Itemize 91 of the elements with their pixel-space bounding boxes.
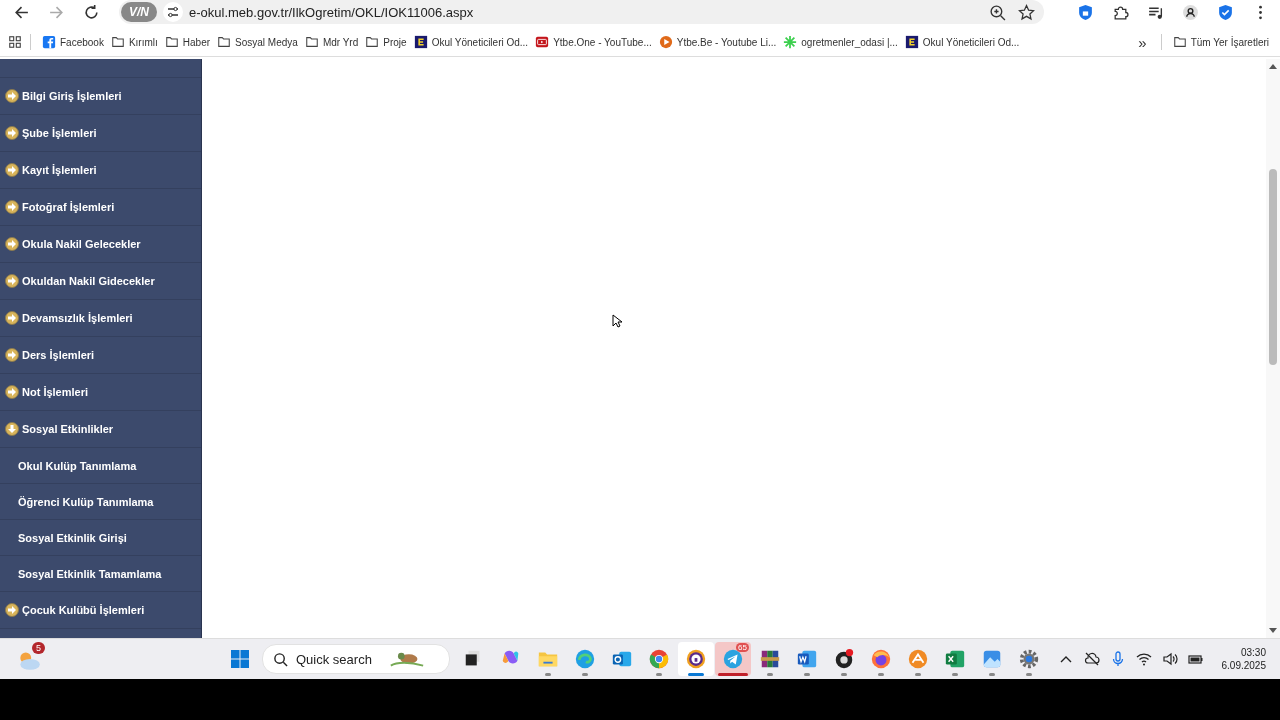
shield-lock-icon[interactable] [1077, 3, 1094, 21]
scroll-down-icon[interactable] [1268, 627, 1278, 635]
browser-circle-icon [648, 648, 670, 670]
letter-e-icon [413, 35, 428, 49]
site-settings-icon[interactable] [163, 2, 183, 22]
folder-icon [304, 35, 319, 49]
bookmark-link[interactable]: Proje [362, 35, 410, 49]
folder-icon [110, 35, 125, 49]
right-arrow-icon [5, 163, 19, 177]
letter-e-icon [904, 35, 919, 49]
volume-icon[interactable] [1161, 651, 1178, 667]
video-icon [535, 35, 550, 49]
fox-globe-icon [870, 648, 892, 670]
apps-grid-icon[interactable] [8, 35, 22, 49]
folder-icon [164, 35, 179, 49]
book-stack-icon [759, 648, 781, 670]
right-arrow-icon [5, 311, 19, 325]
address-bar[interactable]: V/N e-okul.meb.gov.tr/IlkOgretim/OKL/IOK11006.aspx [119, 0, 1044, 24]
scrollbar[interactable] [1266, 59, 1280, 638]
bookmark-link[interactable]: Sosyal Medya [214, 35, 301, 49]
taskbar-button[interactable] [678, 642, 714, 676]
search-input[interactable]: Quick search [294, 650, 388, 668]
sidebar-menu-item[interactable]: Bilgi Giriş İşlemleri [0, 78, 201, 115]
globe-wave-icon [574, 648, 596, 670]
right-arrow-icon [5, 603, 19, 617]
profile-icon[interactable] [1182, 3, 1199, 21]
right-arrow-icon [5, 89, 19, 103]
scrollbar-thumb[interactable] [1269, 169, 1277, 365]
sidebar-menu-item[interactable]: Sosyal Etkinlikler [0, 411, 201, 448]
bookmark-link[interactable]: Okul Yöneticileri Od... [410, 35, 532, 49]
lock-circle-icon [685, 648, 707, 670]
sidebar-submenu-item[interactable]: Öğrenci Kulüp Tanımlama [0, 484, 201, 520]
sidebar-menu-item[interactable]: Şube İşlemleri [0, 115, 201, 152]
facebook-icon [42, 35, 56, 49]
right-arrow-icon [5, 348, 19, 362]
notification-badge: 5 [32, 642, 45, 654]
search-icon [273, 651, 288, 667]
mouse-cursor-icon [612, 314, 622, 328]
folder-icon [217, 35, 232, 49]
shield-check-icon[interactable] [1217, 3, 1234, 21]
bookmark-link[interactable]: Kırımlı [107, 35, 161, 49]
bookmark-link[interactable]: Haber [161, 35, 214, 49]
bookmark-link[interactable]: ogretmenler_odasi |... [780, 35, 901, 49]
sidebar-menu-item[interactable]: Kayıt İşlemleri [0, 152, 201, 189]
sidebar-menu-item[interactable]: Okuldan Nakil Gidecekler [0, 263, 201, 300]
sidebar-submenu-item[interactable]: Okul Kulüp Tanımlama [0, 448, 201, 484]
wifi-icon[interactable] [1135, 651, 1152, 667]
bookmark-link[interactable]: Ytbe.Be - Youtube Li... [655, 35, 780, 49]
start-icon[interactable] [230, 649, 250, 669]
reload-icon[interactable] [83, 3, 100, 21]
sidebar-menu-item[interactable]: Devamsızlık İşlemleri [0, 300, 201, 337]
sidebar-menu-item[interactable]: Okula Nakil Gelecekler [0, 226, 201, 263]
cloud-offline-icon[interactable] [1083, 651, 1100, 667]
gear-icon [1018, 648, 1040, 670]
folder-icon [1172, 35, 1187, 49]
all-bookmarks-link[interactable]: Tüm Yer İşaretleri [1169, 35, 1272, 49]
url-text: e-okul.meb.gov.tr/IlkOgretim/OKL/IOK11006.aspx [189, 4, 475, 20]
sidebar-submenu-item[interactable]: Sosyal Etkinlik Girişi [0, 520, 201, 556]
clock[interactable]: 03:30 6.09.2025 [1221, 646, 1266, 672]
right-arrow-icon [5, 237, 19, 251]
scroll-up-icon[interactable] [1268, 62, 1278, 70]
right-arrow-icon [5, 385, 19, 399]
zoom-icon[interactable] [989, 3, 1006, 21]
sidebar-menu-item[interactable]: Fotoğraf İşlemleri [0, 189, 201, 226]
vpn-badge[interactable]: V/N [121, 2, 157, 22]
document-w-icon [796, 648, 818, 670]
more-bookmarks-button[interactable]: » [1132, 33, 1153, 51]
taskbar-button[interactable]: 65 [715, 642, 751, 676]
letter-a-icon [907, 648, 929, 670]
down-arrow-icon [5, 422, 19, 436]
paper-plane-icon [722, 648, 744, 670]
bookmark-link[interactable]: Mdr Yrd [301, 35, 362, 49]
bookmark-link[interactable]: Okul Yöneticileri Od... [901, 35, 1023, 49]
sidebar-menu-item[interactable]: Not İşlemleri [0, 374, 201, 411]
landscape-icon [981, 648, 1003, 670]
spreadsheet-x-icon [944, 648, 966, 670]
sidebar-menu-item[interactable]: Ders İşlemleri [0, 337, 201, 374]
sidebar-menu-item[interactable]: Çocuk Kulübü İşlemleri [0, 592, 201, 629]
right-arrow-icon [5, 200, 19, 214]
bookmark-link[interactable]: Ytbe.One - YouTube... [532, 35, 655, 49]
right-arrow-icon [5, 126, 19, 140]
sidebar-submenu-item[interactable]: Sosyal Etkinlik Tamamlama [0, 556, 201, 592]
bookmark-link[interactable]: Facebook [39, 35, 107, 49]
record-circle-icon [833, 648, 855, 670]
leaf-icon [783, 35, 798, 49]
play-icon [658, 35, 673, 49]
search-bar[interactable]: Quick search [262, 644, 450, 674]
folder-icon [365, 35, 380, 49]
star-icon[interactable] [1018, 3, 1035, 21]
right-arrow-icon [5, 274, 19, 288]
notification-badge: 65 [736, 643, 749, 652]
